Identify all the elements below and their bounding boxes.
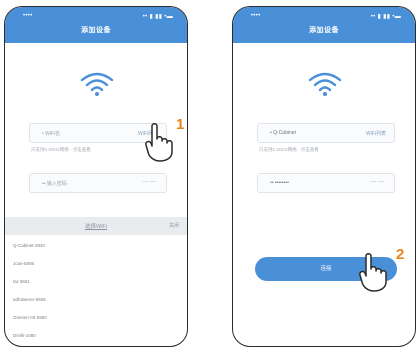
- wifi-name-field[interactable]: • Q-Cabinet WiFi列表: [257, 123, 395, 143]
- app-header: •••• •• ▮ ▮▮ •▬ 添加设备: [233, 7, 415, 43]
- step-number-1: 1: [176, 116, 185, 133]
- password-field[interactable]: •• 输入密码 — —: [29, 173, 167, 193]
- wifi-icon: [308, 72, 342, 96]
- wifi-list-item[interactable]: Dmilk-1080: [13, 333, 36, 338]
- frequency-hint: 只支持2.4GHz网络 · 点击查看: [259, 147, 319, 152]
- wifi-list-item[interactable]: tar-3651: [13, 279, 30, 284]
- status-bar-indicators: •• ▮ ▮▮ •▬: [142, 14, 173, 20]
- password-value: •• ••••••••: [270, 180, 289, 186]
- wifi-list-header: 选择WiFi 关闭: [5, 217, 187, 235]
- wifi-list-close-button[interactable]: 关闭: [169, 222, 179, 229]
- wifi-name-value: • Q-Cabinet: [270, 130, 296, 136]
- phone-screen-right: •••• •• ▮ ▮▮ •▬ 添加设备 • Q-Cabinet WiFi列表 …: [232, 6, 416, 347]
- frequency-hint: 只支持2.4GHz网络 · 点击查看: [31, 147, 91, 152]
- status-bar-carrier: ••••: [251, 13, 261, 19]
- wifi-list-link[interactable]: WiFi列表: [366, 130, 386, 137]
- app-header: •••• •• ▮ ▮▮ •▬ 添加设备: [5, 7, 187, 43]
- page-title: 添加设备: [309, 27, 339, 34]
- password-value: •• 输入密码: [42, 181, 67, 187]
- wifi-list-title: 选择WiFi: [85, 224, 107, 230]
- password-visibility-toggle[interactable]: — —: [370, 179, 384, 185]
- wifi-list-item[interactable]: Jcan-5806: [13, 261, 34, 266]
- wifi-list-item[interactable]: adhdwerer-5606: [13, 297, 46, 302]
- step-number-2: 2: [396, 246, 405, 263]
- phone-screen-left: •••• •• ▮ ▮▮ •▬ 添加设备 • WiFi名 WiFi列表 只支持2…: [4, 6, 188, 347]
- wifi-name-value: • WiFi名: [42, 131, 61, 137]
- password-visibility-toggle[interactable]: — —: [142, 179, 156, 185]
- password-field[interactable]: •• •••••••• — —: [257, 173, 395, 193]
- wifi-list-item[interactable]: Q-Cabinet-2940: [13, 243, 45, 248]
- wifi-icon: [80, 72, 114, 96]
- status-bar-carrier: ••••: [23, 13, 33, 19]
- status-bar-indicators: •• ▮ ▮▮ •▬: [370, 14, 401, 20]
- page-title: 添加设备: [81, 27, 111, 34]
- wifi-list-item[interactable]: Oneseri-03-5950: [13, 315, 47, 320]
